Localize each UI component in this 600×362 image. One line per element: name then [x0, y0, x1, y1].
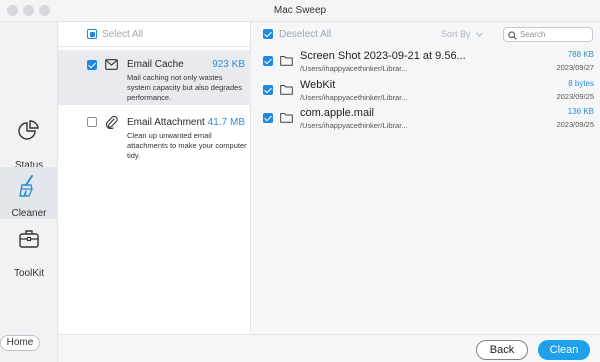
search-icon	[508, 31, 517, 40]
clean-button[interactable]: Clean	[538, 340, 590, 360]
file-name: Screen Shot 2023-09-21 at 9.56...	[300, 50, 466, 62]
file-path: /Users/ihappyacethinker/Librar...	[300, 121, 408, 130]
search-placeholder: Search	[520, 30, 546, 39]
category-name: Email Cache	[127, 59, 184, 70]
deselect-all-label[interactable]: Deselect All	[279, 29, 331, 40]
file-checkbox[interactable]	[263, 85, 273, 95]
home-button[interactable]: Home	[0, 335, 40, 351]
select-all-checkbox[interactable]	[87, 29, 97, 39]
select-all-label[interactable]: Select All	[102, 29, 143, 40]
envelope-icon	[105, 59, 118, 70]
footer-bar: Back Clean	[58, 334, 600, 362]
category-panel: Select All Email Cache 923 KB Mail cachi…	[58, 22, 251, 334]
folder-icon	[280, 56, 293, 66]
file-path: /Users/ihappyacethinker/Librar...	[300, 93, 408, 102]
sidebar-item-label: Cleaner	[11, 208, 47, 219]
category-size: 923 KB	[212, 59, 245, 70]
file-checkbox[interactable]	[263, 113, 273, 123]
category-description: Clean up unwanted email attachments to m…	[127, 131, 247, 160]
category-name: Email Attachment	[127, 117, 205, 128]
file-list-panel: Deselect All Sort By Search Screen Shot …	[251, 22, 600, 334]
pie-chart-icon	[18, 120, 39, 140]
window-title: Mac Sweep	[273, 5, 327, 16]
file-checkbox[interactable]	[263, 56, 273, 66]
category-header: Select All	[58, 22, 251, 47]
file-date: 2023/09/25	[556, 92, 594, 101]
title-bar: Mac Sweep	[0, 0, 600, 22]
file-name: WebKit	[300, 79, 336, 91]
broom-icon	[19, 175, 33, 197]
paperclip-icon	[106, 115, 118, 129]
file-size: 136 KB	[567, 107, 594, 116]
email-attachment-checkbox[interactable]	[87, 117, 97, 127]
category-row-email-attachment[interactable]: Email Attachment 41.7 MB Clean up unwant…	[58, 112, 251, 172]
sort-by-dropdown[interactable]: Sort By	[441, 29, 483, 39]
file-list-header: Deselect All Sort By Search	[251, 22, 600, 47]
file-date: 2023/09/27	[556, 63, 594, 72]
sidebar-item-toolkit[interactable]: ToolKit	[0, 227, 58, 279]
folder-icon	[280, 85, 293, 95]
category-row-email-cache[interactable]: Email Cache 923 KB Mail caching not only…	[58, 50, 251, 105]
sidebar-item-status[interactable]: Status	[0, 119, 58, 171]
category-size: 41.7 MB	[207, 117, 245, 128]
file-size: 788 KB	[567, 50, 594, 59]
file-date: 2023/09/25	[556, 120, 594, 129]
sidebar-item-cleaner[interactable]: Cleaner	[0, 167, 58, 219]
email-cache-checkbox[interactable]	[87, 60, 97, 70]
file-row[interactable]: WebKit /Users/ihappyacethinker/Librar...…	[251, 79, 600, 109]
file-row[interactable]: com.apple.mail /Users/ihappyacethinker/L…	[251, 107, 600, 137]
deselect-all-checkbox[interactable]	[263, 29, 273, 39]
search-input[interactable]: Search	[503, 27, 593, 42]
sidebar-item-label: ToolKit	[13, 268, 44, 279]
category-description: Mail caching not only wastes system capa…	[127, 73, 243, 102]
toolbox-icon	[19, 230, 39, 248]
back-button[interactable]: Back	[476, 340, 528, 360]
file-path: /Users/ihappyacethinker/Librar...	[300, 64, 408, 73]
file-size: 8 bytes	[568, 79, 594, 88]
sort-by-label: Sort By	[441, 29, 471, 39]
folder-icon	[280, 113, 293, 123]
sidebar: Status Cleaner ToolKit Home	[0, 22, 58, 362]
chevron-down-icon	[476, 32, 483, 37]
file-name: com.apple.mail	[300, 107, 374, 119]
file-row[interactable]: Screen Shot 2023-09-21 at 9.56... /Users…	[251, 50, 600, 80]
